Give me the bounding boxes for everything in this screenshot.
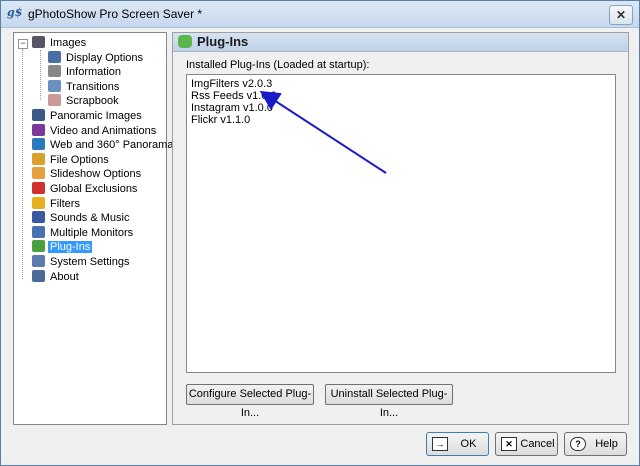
help-label: Help [595, 438, 618, 450]
annotation-arrow [259, 90, 387, 174]
help-question-icon: ? [570, 437, 586, 451]
ok-label: OK [460, 438, 477, 450]
help-button[interactable]: ? Help [564, 432, 627, 456]
ok-button[interactable]: → OK [426, 432, 489, 456]
cancel-label: Cancel [520, 438, 555, 450]
cancel-x-icon: ✕ [501, 437, 517, 451]
cancel-button[interactable]: ✕ Cancel [495, 432, 558, 456]
ok-arrow-icon: → [432, 437, 448, 451]
app-window: g$ gPhotoShow Pro Screen Saver * ✕ − Ima… [0, 0, 640, 466]
